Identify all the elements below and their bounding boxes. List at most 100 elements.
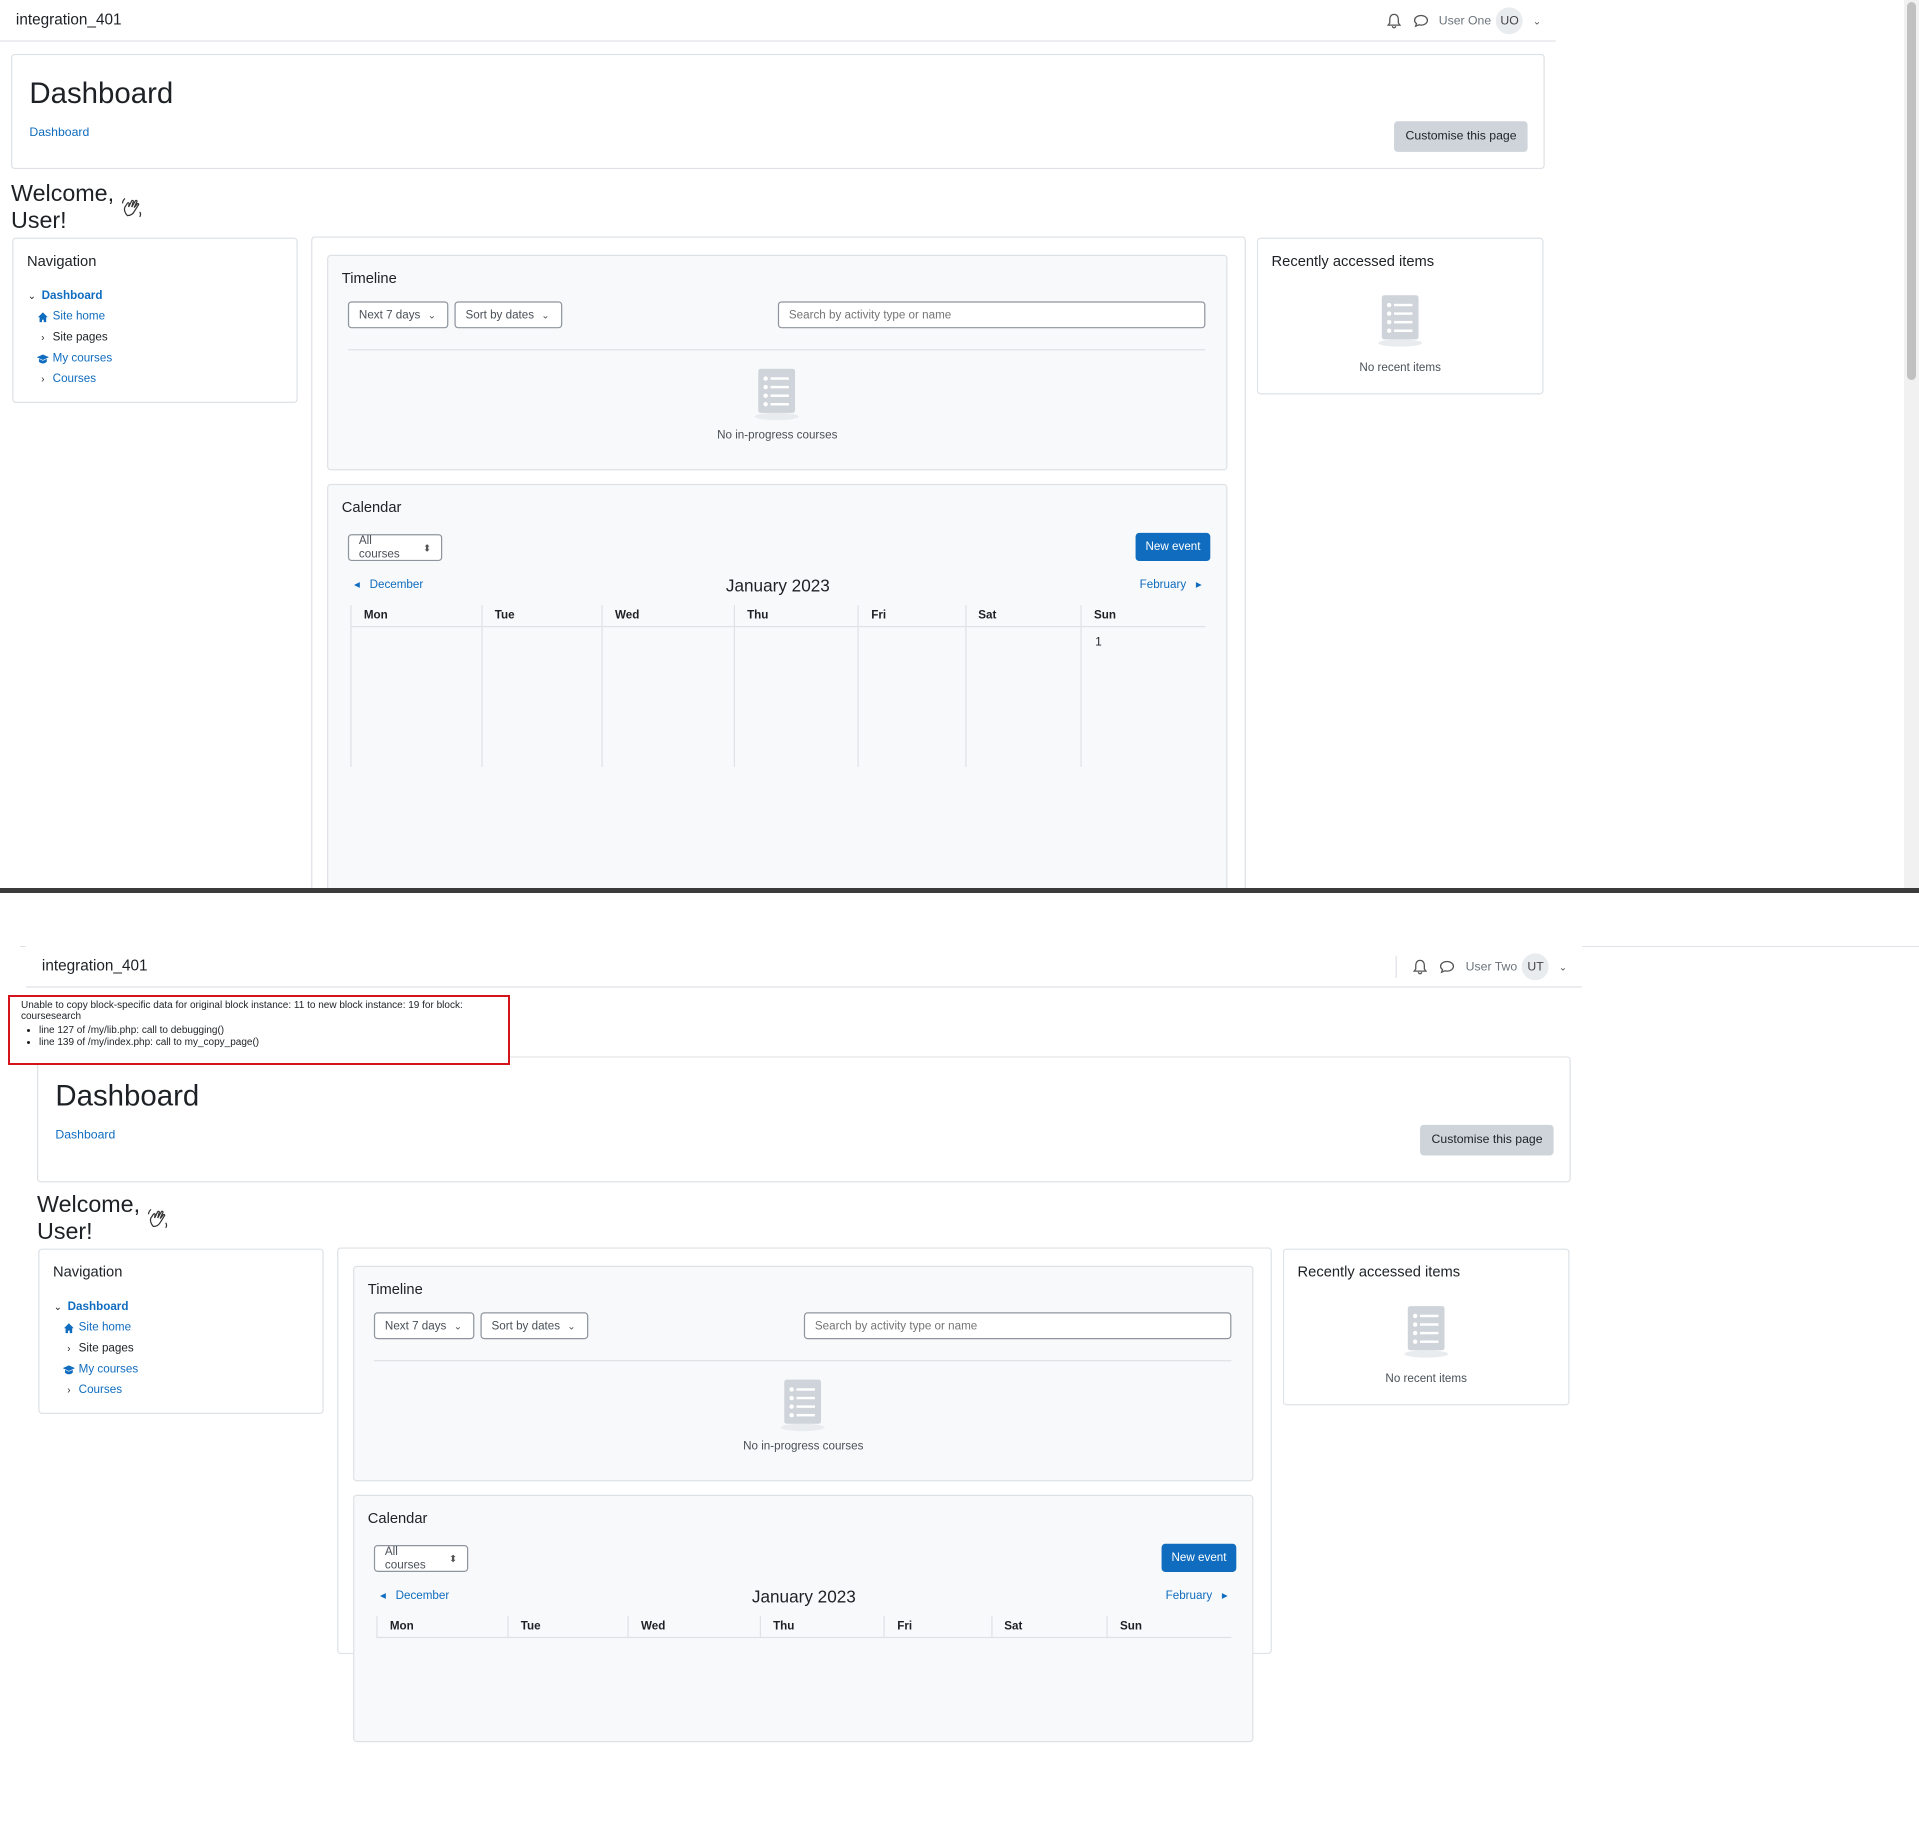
chevron-right-icon[interactable]: › bbox=[63, 1384, 75, 1396]
nav-item-site-pages[interactable]: › Site pages bbox=[52, 1338, 138, 1359]
nav-label[interactable]: Site home bbox=[53, 306, 105, 327]
top-navbar: integration_401 User Two UT ⌄ bbox=[26, 946, 1582, 988]
month-navigation: ◂ December January 2023 February ▸ bbox=[347, 576, 1209, 601]
scrollbar-thumb[interactable] bbox=[1907, 2, 1916, 380]
new-event-button[interactable]: New event bbox=[1161, 1543, 1237, 1572]
calendar-title: Calendar bbox=[367, 1509, 428, 1527]
next-month-label[interactable]: February bbox=[1140, 578, 1187, 591]
timeline-day-filter[interactable]: Next 7 days ⌄ bbox=[347, 301, 449, 329]
calendar-day[interactable]: 1 bbox=[1080, 626, 1206, 767]
nav-label[interactable]: Site home bbox=[79, 1317, 131, 1338]
nav-item-site-home[interactable]: Site home bbox=[26, 306, 112, 327]
next-month-link[interactable]: February ▸ bbox=[1166, 1589, 1228, 1602]
weekday-header: Fri bbox=[883, 1616, 992, 1639]
home-icon bbox=[63, 1321, 75, 1333]
chevron-down-icon[interactable]: ⌄ bbox=[1559, 961, 1567, 972]
calendar-grid: Mon Tue Wed Thu Fri Sat Sun bbox=[376, 1616, 1232, 1639]
messages-icon[interactable] bbox=[1412, 12, 1429, 29]
timeline-search-input[interactable] bbox=[777, 301, 1206, 329]
weekday-header: Thu bbox=[759, 1616, 885, 1639]
nav-item-dashboard[interactable]: ⌄ Dashboard bbox=[26, 285, 112, 306]
weekday-header: Thu bbox=[733, 605, 859, 628]
calendar-day-empty bbox=[601, 626, 735, 767]
user-name[interactable]: User Two bbox=[1466, 960, 1518, 973]
navigation-tree: ⌄ Dashboard Site home › Site pages My co… bbox=[26, 285, 112, 389]
nav-item-site-pages[interactable]: › Site pages bbox=[26, 327, 112, 348]
calendar-day-empty bbox=[481, 626, 603, 767]
next-month-label[interactable]: February bbox=[1166, 1589, 1213, 1602]
user-name[interactable]: User One bbox=[1439, 14, 1491, 27]
vertical-scrollbar[interactable] bbox=[1904, 0, 1919, 890]
bell-icon[interactable] bbox=[1412, 958, 1429, 975]
day-filter-label: Next 7 days bbox=[384, 1319, 447, 1333]
nav-label[interactable]: Site pages bbox=[53, 327, 108, 348]
messages-icon[interactable] bbox=[1439, 958, 1456, 975]
timeline-sort[interactable]: Sort by dates ⌄ bbox=[480, 1312, 589, 1340]
page-title: Dashboard bbox=[55, 1079, 200, 1113]
nav-label[interactable]: Dashboard bbox=[68, 1296, 129, 1317]
customise-page-button[interactable]: Customise this page bbox=[1420, 1124, 1554, 1156]
timeline-search-input[interactable] bbox=[803, 1312, 1232, 1340]
calendar-grid: Mon Tue Wed Thu Fri Sat Sun 1 bbox=[350, 605, 1206, 767]
debug-trace-list: line 127 of /my/lib.php: call to debuggi… bbox=[21, 1025, 497, 1048]
graduation-cap-icon bbox=[62, 1363, 75, 1375]
timeline-sort[interactable]: Sort by dates ⌄ bbox=[454, 301, 563, 329]
nav-label[interactable]: Courses bbox=[79, 1380, 122, 1401]
calendar-day-empty bbox=[964, 626, 1082, 767]
nav-item-my-courses[interactable]: My courses bbox=[52, 1359, 138, 1380]
nav-label[interactable]: Courses bbox=[53, 369, 96, 390]
breadcrumb-dashboard[interactable]: Dashboard bbox=[29, 126, 89, 139]
recent-items-title: Recently accessed items bbox=[1297, 1263, 1461, 1281]
new-event-button[interactable]: New event bbox=[1135, 532, 1211, 562]
debug-message: Unable to copy block-specific data for o… bbox=[21, 1000, 463, 1022]
site-brand[interactable]: integration_401 bbox=[16, 11, 122, 28]
welcome-text: Welcome, User! bbox=[11, 181, 115, 234]
divider bbox=[373, 1360, 1232, 1362]
chevron-down-icon[interactable]: ⌄ bbox=[52, 1301, 64, 1313]
course-filter-label: All courses bbox=[358, 534, 400, 562]
nav-label[interactable]: Dashboard bbox=[42, 285, 103, 306]
current-month: January 2023 bbox=[725, 575, 830, 596]
weekday-header: Sat bbox=[990, 1616, 1108, 1639]
current-month: January 2023 bbox=[751, 1586, 856, 1607]
weekday-header: Mon bbox=[350, 605, 482, 628]
avatar[interactable]: UO bbox=[1496, 7, 1524, 35]
nav-item-dashboard[interactable]: ⌄ Dashboard bbox=[52, 1296, 138, 1317]
course-filter-select[interactable]: All courses ⬍ bbox=[373, 1545, 469, 1572]
chevron-right-icon[interactable]: › bbox=[63, 1342, 75, 1354]
navigation-tree: ⌄ Dashboard Site home › Site pages My co… bbox=[52, 1296, 138, 1400]
nav-item-site-home[interactable]: Site home bbox=[52, 1317, 138, 1338]
nav-label[interactable]: Site pages bbox=[79, 1338, 134, 1359]
navigation-title: Navigation bbox=[52, 1263, 123, 1281]
graduation-cap-icon bbox=[36, 352, 49, 364]
debug-message-box: Unable to copy block-specific data for o… bbox=[8, 995, 510, 1065]
timeline-block: Timeline Next 7 days ⌄ Sort by dates ⌄ N… bbox=[353, 1265, 1254, 1482]
waving-hand-icon bbox=[120, 196, 145, 221]
nav-item-my-courses[interactable]: My courses bbox=[26, 348, 112, 369]
site-brand[interactable]: integration_401 bbox=[42, 957, 148, 974]
weekday-header: Sat bbox=[964, 605, 1082, 628]
nav-item-courses[interactable]: › Courses bbox=[26, 369, 112, 390]
chevron-right-icon[interactable]: › bbox=[37, 373, 49, 385]
customise-page-button[interactable]: Customise this page bbox=[1394, 121, 1528, 152]
weekday-header: Wed bbox=[627, 1616, 761, 1639]
weekday-header: Fri bbox=[857, 605, 966, 628]
page-title: Dashboard bbox=[29, 77, 174, 111]
empty-list-icon bbox=[774, 1377, 830, 1433]
breadcrumb-dashboard[interactable]: Dashboard bbox=[55, 1129, 115, 1142]
nav-label[interactable]: My courses bbox=[79, 1359, 139, 1380]
course-filter-select[interactable]: All courses ⬍ bbox=[347, 534, 443, 562]
divider bbox=[347, 349, 1206, 351]
timeline-block: Timeline Next 7 days ⌄ Sort by dates ⌄ N… bbox=[327, 254, 1228, 471]
nav-item-courses[interactable]: › Courses bbox=[52, 1380, 138, 1401]
timeline-day-filter[interactable]: Next 7 days ⌄ bbox=[373, 1312, 475, 1340]
chevron-down-icon[interactable]: ⌄ bbox=[1533, 15, 1541, 26]
nav-label[interactable]: My courses bbox=[53, 348, 113, 369]
avatar[interactable]: UT bbox=[1522, 953, 1550, 981]
bell-icon[interactable] bbox=[1385, 12, 1402, 29]
next-month-link[interactable]: February ▸ bbox=[1140, 578, 1202, 591]
chevron-down-icon[interactable]: ⌄ bbox=[26, 290, 38, 302]
chevron-right-icon[interactable]: › bbox=[37, 331, 49, 343]
page-header: Dashboard Dashboard Customise this page bbox=[11, 53, 1545, 170]
month-navigation: ◂ December January 2023 February ▸ bbox=[373, 1587, 1235, 1612]
